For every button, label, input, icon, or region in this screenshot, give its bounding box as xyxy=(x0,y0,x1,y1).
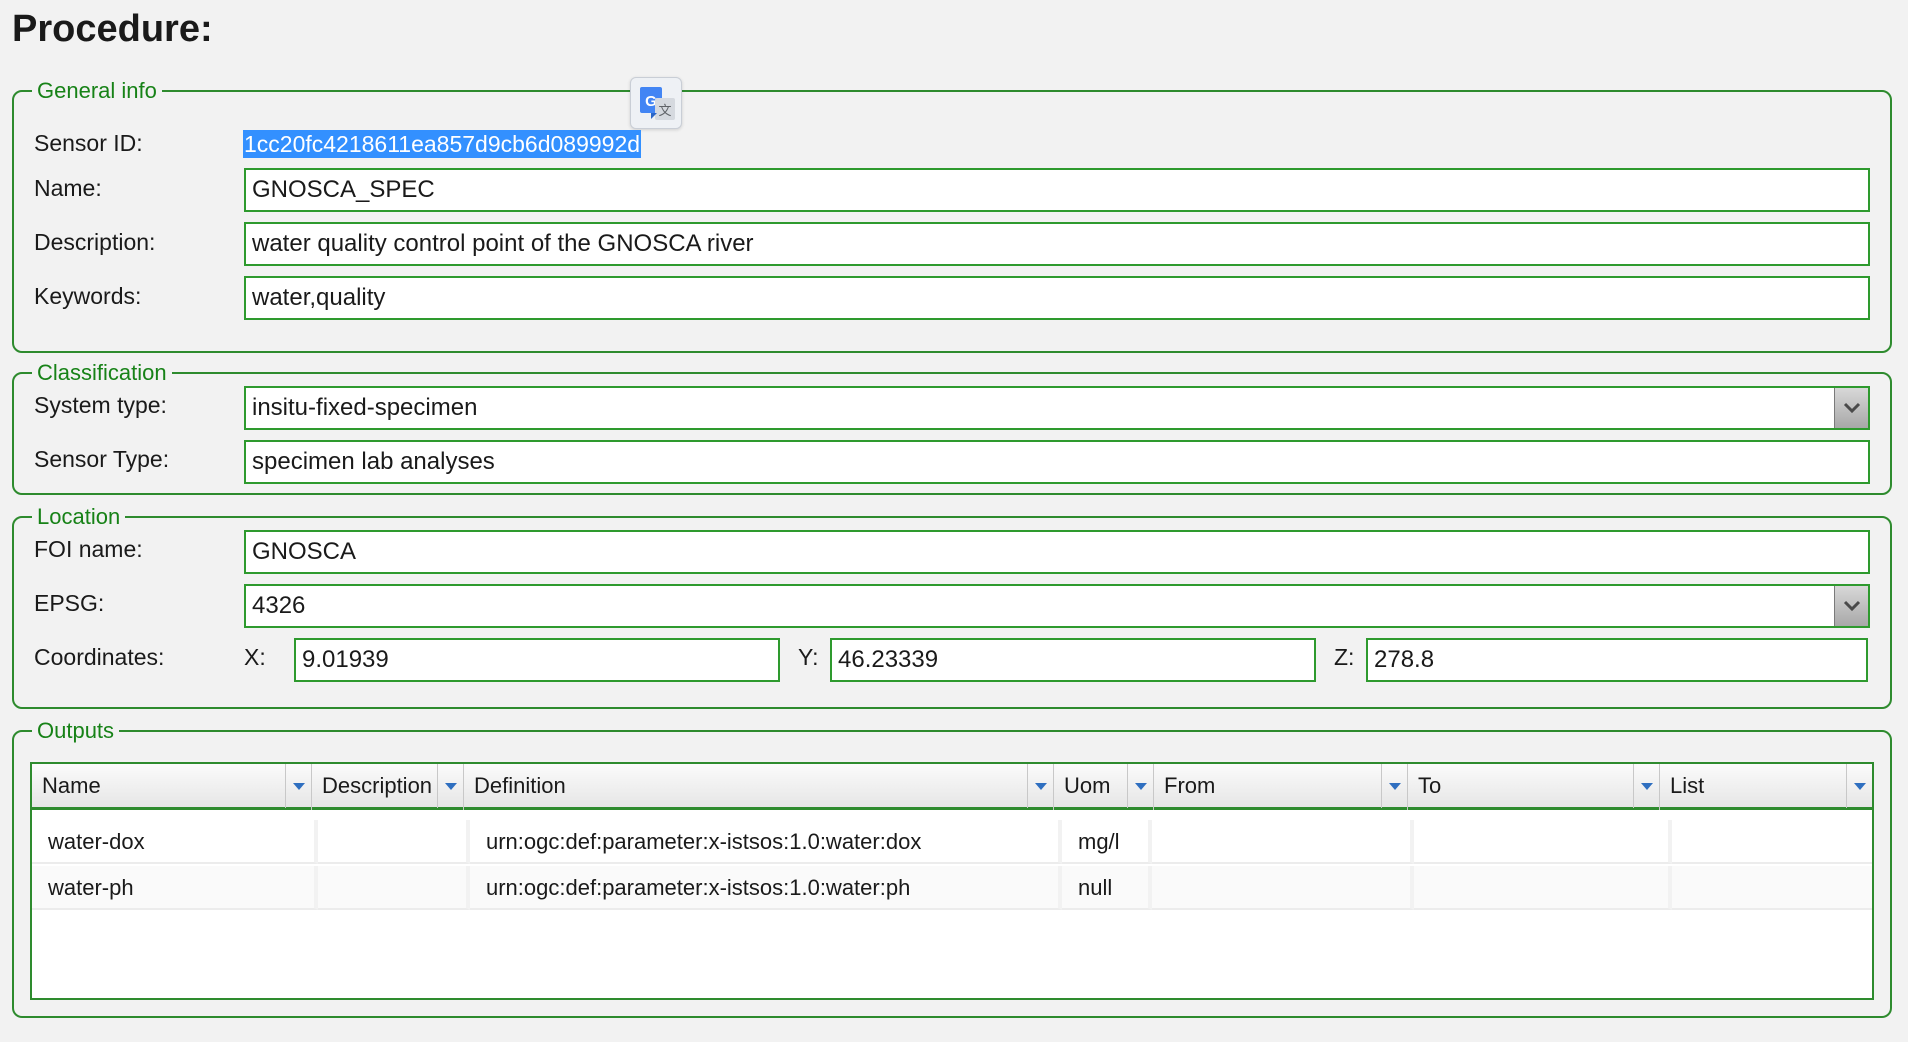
outputs-grid: Name Description Definition Uom From To … xyxy=(30,762,1874,1000)
cell-name: water-ph xyxy=(32,866,318,910)
epsg-value: 4326 xyxy=(252,592,306,619)
epsg-dropdown-button[interactable] xyxy=(1834,586,1868,626)
cell-list xyxy=(1672,866,1872,910)
cell-to xyxy=(1414,820,1672,864)
column-header-to[interactable]: To xyxy=(1408,764,1660,810)
cell-name: water-dox xyxy=(32,820,318,864)
page-title: Procedure: xyxy=(12,8,213,50)
general-info-legend: General info xyxy=(37,78,157,103)
classification-legend: Classification xyxy=(37,360,167,385)
cell-uom: mg/l xyxy=(1062,820,1152,864)
column-header-label: Name xyxy=(42,773,101,798)
column-header-label: Description xyxy=(322,773,433,798)
cell-to xyxy=(1414,866,1672,910)
outputs-legend: Outputs xyxy=(37,718,115,743)
location-legend: Location xyxy=(37,504,121,529)
chevron-down-icon[interactable] xyxy=(285,764,311,808)
column-header-from[interactable]: From xyxy=(1154,764,1408,810)
sensor-type-label: Sensor Type: xyxy=(34,446,170,472)
foi-name-label: FOI name: xyxy=(34,536,143,562)
cell-list xyxy=(1672,820,1872,864)
description-label: Description: xyxy=(34,229,156,255)
sensor-id-label: Sensor ID: xyxy=(34,130,143,156)
foi-name-field[interactable]: GNOSCA xyxy=(244,530,1870,574)
column-header-label: From xyxy=(1164,773,1216,798)
system-type-select[interactable]: insitu-fixed-specimen xyxy=(244,386,1870,430)
coordinates-label: Coordinates: xyxy=(34,644,165,670)
google-translate-icon[interactable]: G 文 xyxy=(630,77,682,129)
column-header-uom[interactable]: Uom xyxy=(1054,764,1154,810)
chevron-down-icon[interactable] xyxy=(1846,764,1872,808)
epsg-select[interactable]: 4326 xyxy=(244,584,1870,628)
y-coordinate-field[interactable]: 46.23339 xyxy=(830,638,1316,682)
column-header-label: Uom xyxy=(1064,773,1111,798)
chevron-down-icon[interactable] xyxy=(1127,764,1153,808)
column-header-label: List xyxy=(1670,773,1705,798)
description-field[interactable]: water quality control point of the GNOSC… xyxy=(244,222,1870,266)
keywords-field[interactable]: water,quality xyxy=(244,276,1870,320)
column-header-definition[interactable]: Definition xyxy=(464,764,1054,810)
cell-description xyxy=(318,820,470,864)
chevron-down-icon xyxy=(1843,600,1860,612)
keywords-label: Keywords: xyxy=(34,283,142,309)
column-header-label: To xyxy=(1418,773,1442,798)
chevron-down-icon[interactable] xyxy=(1027,764,1053,808)
cell-definition: urn:ogc:def:parameter:x-istsos:1.0:water… xyxy=(470,866,1062,910)
x-label: X: xyxy=(244,644,266,670)
cell-from xyxy=(1152,820,1414,864)
svg-text:文: 文 xyxy=(658,103,671,118)
table-row[interactable]: water-dox urn:ogc:def:parameter:x-istsos… xyxy=(32,820,1872,864)
outputs-grid-header: Name Description Definition Uom From To … xyxy=(32,764,1872,810)
system-type-label: System type: xyxy=(34,392,167,418)
cell-description xyxy=(318,866,470,910)
column-header-description[interactable]: Description xyxy=(312,764,464,810)
sensor-type-field[interactable]: specimen lab analyses xyxy=(244,440,1870,484)
y-label: Y: xyxy=(798,644,819,670)
chevron-down-icon[interactable] xyxy=(437,764,463,808)
cell-from xyxy=(1152,866,1414,910)
table-row[interactable]: water-ph urn:ogc:def:parameter:x-istsos:… xyxy=(32,866,1872,910)
sensor-id-value[interactable]: 1cc20fc4218611ea857d9cb6d089992d xyxy=(243,130,642,158)
column-header-name[interactable]: Name xyxy=(32,764,312,810)
name-label: Name: xyxy=(34,175,102,201)
z-coordinate-field[interactable]: 278.8 xyxy=(1366,638,1868,682)
x-coordinate-field[interactable]: 9.01939 xyxy=(294,638,780,682)
name-field[interactable]: GNOSCA_SPEC xyxy=(244,168,1870,212)
column-header-list[interactable]: List xyxy=(1660,764,1872,810)
epsg-label: EPSG: xyxy=(34,590,105,616)
chevron-down-icon xyxy=(1843,402,1860,414)
chevron-down-icon[interactable] xyxy=(1381,764,1407,808)
chevron-down-icon[interactable] xyxy=(1633,764,1659,808)
column-header-label: Definition xyxy=(474,773,566,798)
system-type-dropdown-button[interactable] xyxy=(1834,388,1868,428)
z-label: Z: xyxy=(1334,644,1355,670)
system-type-value: insitu-fixed-specimen xyxy=(252,394,478,421)
cell-uom: null xyxy=(1062,866,1152,910)
cell-definition: urn:ogc:def:parameter:x-istsos:1.0:water… xyxy=(470,820,1062,864)
